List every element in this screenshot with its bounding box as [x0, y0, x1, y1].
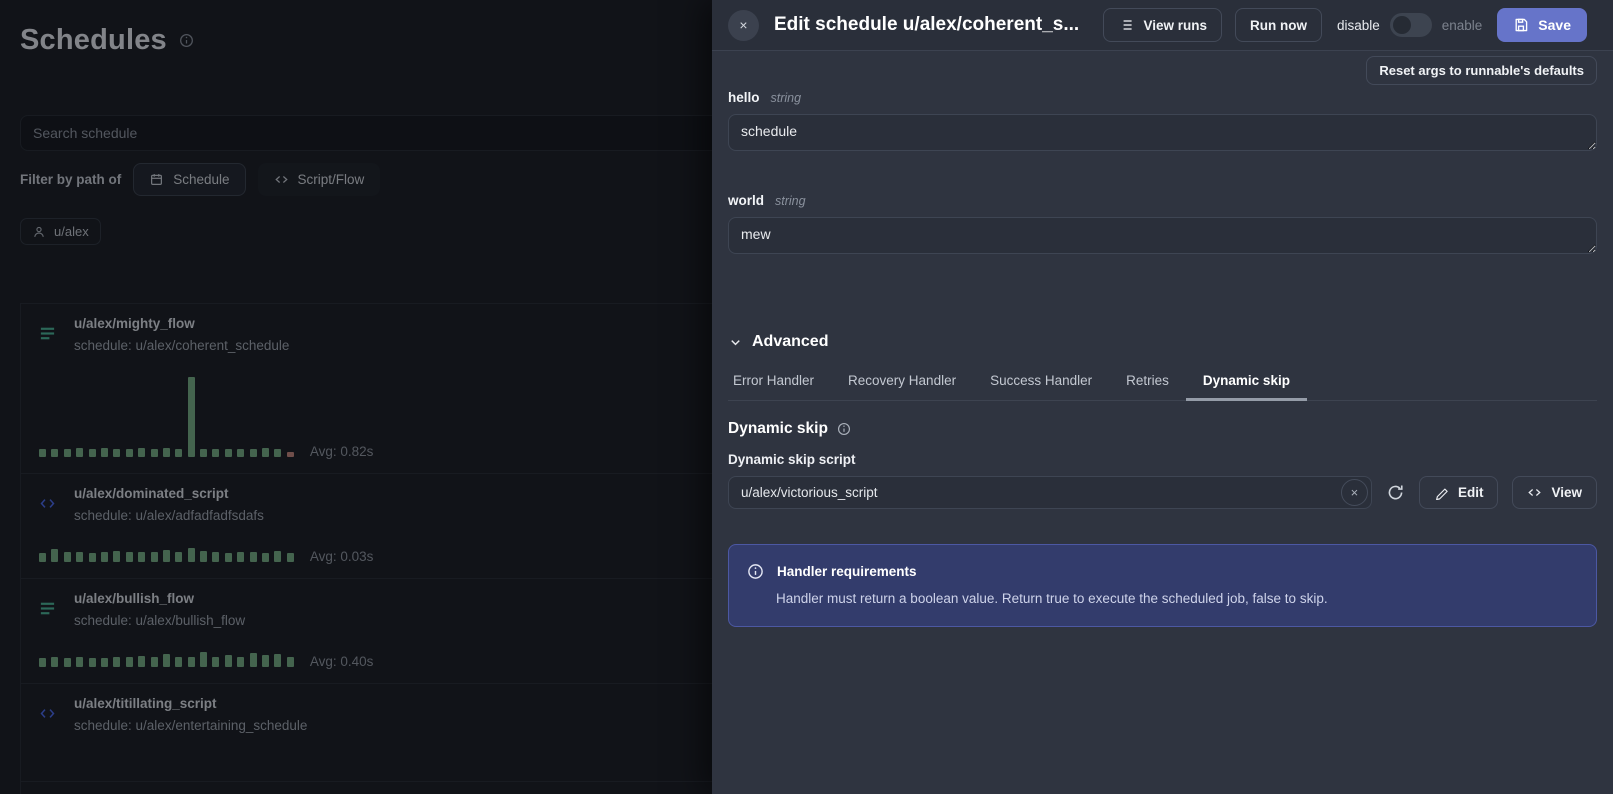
tab-retries[interactable]: Retries: [1109, 364, 1186, 400]
tab-dynamic-skip[interactable]: Dynamic skip: [1186, 364, 1307, 401]
arg-field: world string mew: [728, 193, 1597, 259]
arg-type: string: [771, 91, 802, 105]
view-script-button[interactable]: View: [1512, 476, 1597, 509]
refresh-icon: [1386, 483, 1405, 502]
arg-input[interactable]: schedule: [728, 114, 1597, 151]
drawer-title: Edit schedule u/alex/coherent_s...: [774, 14, 1079, 36]
enable-label: enable: [1442, 18, 1483, 33]
arg-type: string: [775, 194, 806, 208]
code-icon: [1527, 485, 1542, 500]
tab-recovery-handler[interactable]: Recovery Handler: [831, 364, 973, 400]
view-runs-button[interactable]: View runs: [1103, 8, 1222, 42]
save-button[interactable]: Save: [1497, 8, 1587, 42]
toggle-knob: [1393, 16, 1411, 34]
arg-name: hello: [728, 90, 760, 105]
pencil-icon: [1434, 485, 1449, 500]
dynamic-skip-script-input[interactable]: [728, 476, 1372, 509]
run-now-button[interactable]: Run now: [1235, 8, 1322, 42]
handler-requirements-infobox: Handler requirements Handler must return…: [728, 544, 1597, 627]
infobox-title: Handler requirements: [777, 564, 917, 579]
disable-label: disable: [1337, 18, 1380, 33]
tab-success-handler[interactable]: Success Handler: [973, 364, 1109, 400]
dynamic-skip-title: Dynamic skip: [728, 420, 828, 438]
edit-script-button[interactable]: Edit: [1419, 476, 1499, 509]
edit-schedule-drawer: × Edit schedule u/alex/coherent_s... Vie…: [712, 0, 1613, 794]
enable-toggle[interactable]: [1390, 13, 1432, 37]
list-icon: [1118, 17, 1134, 33]
infobox-body: Handler must return a boolean value. Ret…: [776, 591, 1578, 606]
info-icon[interactable]: [837, 422, 851, 436]
drawer-body: Reset args to runnable's defaults hello …: [712, 51, 1613, 794]
reset-args-button[interactable]: Reset args to runnable's defaults: [1366, 56, 1597, 85]
tab-error-handler[interactable]: Error Handler: [728, 364, 831, 400]
arg-field: hello string schedule: [728, 90, 1597, 156]
drawer-header: × Edit schedule u/alex/coherent_s... Vie…: [712, 0, 1613, 51]
advanced-tabs: Error HandlerRecovery HandlerSuccess Han…: [728, 364, 1597, 401]
close-icon: ×: [739, 17, 747, 33]
arg-name: world: [728, 193, 764, 208]
args-fields: hello string schedule world string mew: [728, 90, 1597, 259]
refresh-button[interactable]: [1386, 483, 1405, 502]
advanced-section-toggle[interactable]: Advanced: [728, 333, 1597, 351]
chevron-down-icon: [728, 335, 743, 350]
close-button[interactable]: ×: [728, 10, 759, 41]
save-icon: [1513, 17, 1529, 33]
arg-input[interactable]: mew: [728, 217, 1597, 254]
clear-script-button[interactable]: ×: [1341, 479, 1368, 506]
info-icon: [747, 563, 764, 580]
dynamic-skip-script-label: Dynamic skip script: [728, 452, 1597, 467]
close-icon: ×: [1351, 485, 1359, 500]
